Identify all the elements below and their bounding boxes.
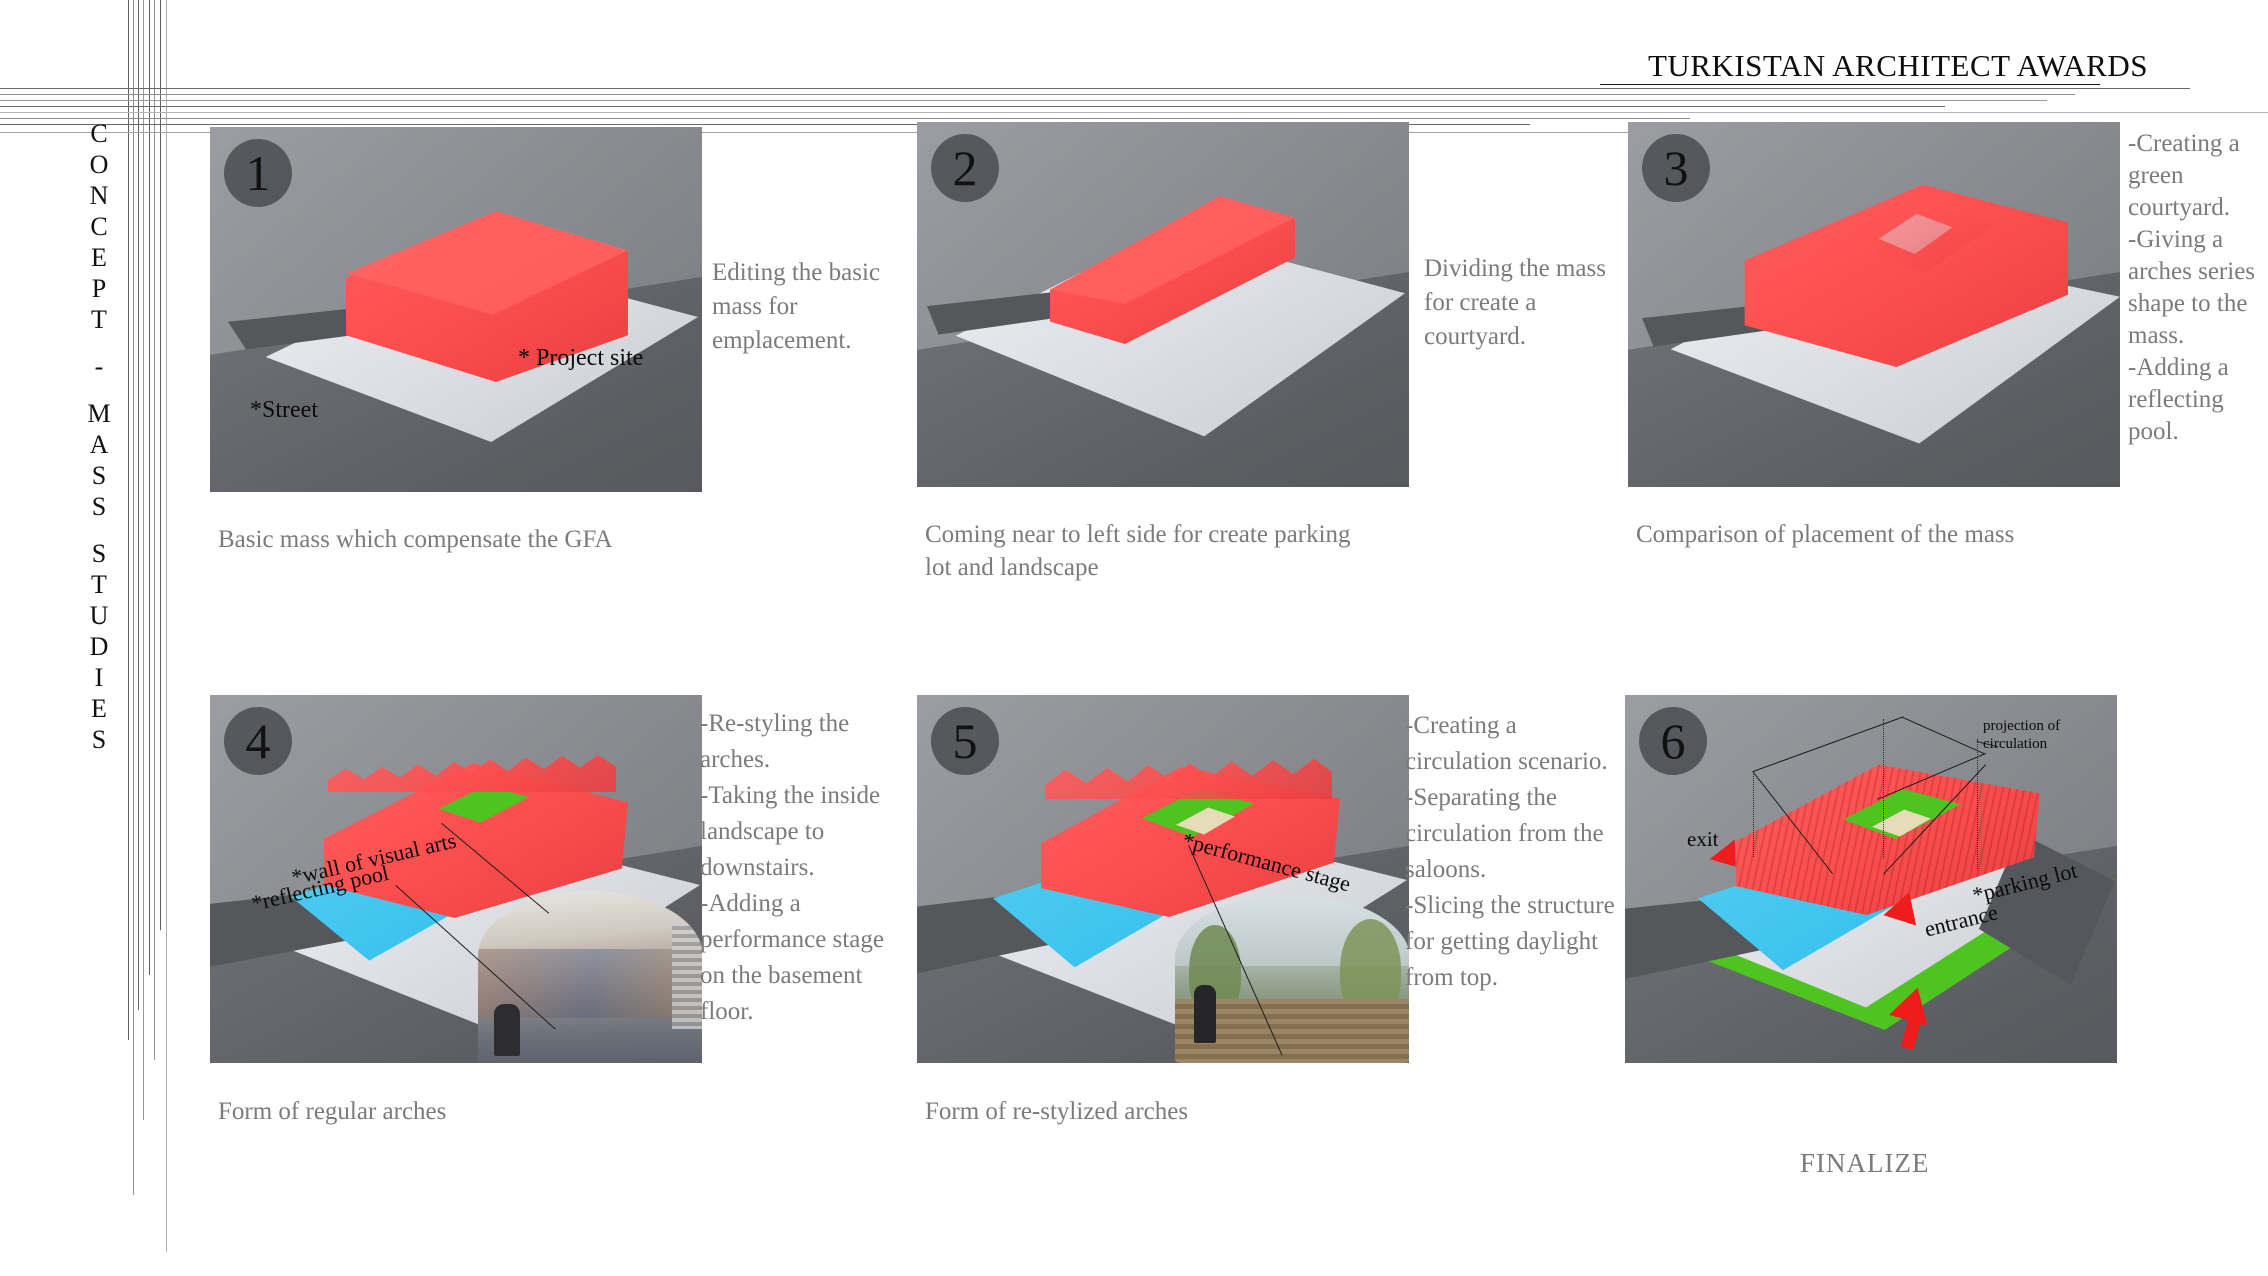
panel-5-note: -Creating a circulation scenario. -Separ…	[1405, 712, 1615, 991]
pin-street: *Street	[250, 397, 318, 423]
side-caption-letter: S	[91, 492, 107, 521]
vline	[143, 0, 144, 1120]
vline	[149, 0, 150, 975]
panel-number-badge: 4	[224, 707, 292, 775]
panel-4-caption: Form of regular arches	[218, 1098, 447, 1125]
finalize-label: FINALIZE	[1800, 1148, 1930, 1178]
panel-1[interactable]: 1 * Project site *Street	[210, 127, 702, 492]
panel-number-badge: 6	[1639, 707, 1707, 775]
side-caption-letter: C	[90, 212, 108, 241]
side-caption-letter: D	[89, 632, 109, 661]
side-caption-letter: E	[91, 243, 107, 272]
page-title: TURKISTAN ARCHITECT AWARDS	[1647, 48, 2148, 83]
reference-photo-inset	[478, 891, 702, 1063]
vline	[160, 0, 161, 930]
hline	[0, 118, 1690, 119]
side-caption-letter: S	[91, 725, 107, 754]
projection-dash	[1977, 739, 1978, 869]
side-caption-letter: U	[89, 601, 109, 630]
vline	[128, 0, 129, 1040]
side-caption-letter: N	[89, 181, 109, 210]
panel-4[interactable]: 4 *wall of visual arts *reflecting pool	[210, 695, 702, 1063]
hline	[0, 106, 1945, 107]
pin-project-site: * Project site	[518, 345, 644, 371]
pin-projection-of-circulation: projection of circulation	[1983, 718, 2061, 752]
panel-number-badge: 2	[931, 134, 999, 202]
side-caption-letter: T	[91, 570, 107, 599]
panel-3[interactable]: 3	[1628, 122, 2120, 487]
side-caption-letter: O	[89, 150, 109, 179]
projection-dash	[1753, 771, 1754, 857]
title-underline	[1600, 84, 2100, 85]
side-caption-letter: A	[89, 430, 109, 459]
vline	[166, 0, 167, 1252]
panel-number-badge: 5	[931, 707, 999, 775]
panel-5[interactable]: 5 *performance stage	[917, 695, 1409, 1063]
panel-2-note: Dividing the mass for create a courtyard…	[1424, 255, 1606, 350]
hline	[0, 94, 2075, 95]
side-caption-letter: -	[94, 352, 104, 381]
side-caption-letter: C	[90, 119, 108, 148]
projection-dash	[1883, 719, 1884, 859]
panel-1-note: Editing the basic mass for emplacement.	[712, 259, 881, 354]
reference-photo-inset	[1175, 895, 1409, 1063]
panel-6[interactable]: 6 projection of circulation exit *parkin…	[1625, 695, 2117, 1063]
side-caption-gap	[82, 382, 116, 398]
side-caption: C O N C E P T - M A S S S T U D I E S	[82, 118, 116, 755]
side-caption-letter: S	[91, 539, 107, 568]
side-caption-gap	[82, 335, 116, 351]
side-caption-letter: M	[87, 399, 111, 428]
panel-4-note: -Re-styling the arches. -Taking the insi…	[700, 710, 884, 1025]
hline	[0, 88, 2190, 89]
panel-5-caption: Form of re-stylized arches	[925, 1098, 1189, 1125]
pin-exit: exit	[1687, 827, 1719, 851]
panel-3-caption: Comparison of placement of the mass	[1636, 521, 2015, 548]
panel-3-note: -Creating a green courtyard. -Giving a a…	[2128, 130, 2256, 445]
hline	[0, 112, 2268, 113]
side-caption-letter: S	[91, 461, 107, 490]
vline	[133, 0, 134, 1195]
side-caption-gap	[82, 522, 116, 538]
side-caption-letter: P	[91, 274, 107, 303]
vline	[154, 0, 155, 1060]
panel-number-badge: 3	[1642, 134, 1710, 202]
vline	[138, 0, 139, 1010]
side-caption-letter: E	[91, 694, 107, 723]
panel-2[interactable]: 2	[917, 122, 1409, 487]
panel-2-caption: Coming near to left side for create park…	[925, 521, 1351, 581]
panel-number-badge: 1	[224, 139, 292, 207]
hline	[0, 100, 2047, 101]
panel-1-caption: Basic mass which compensate the GFA	[218, 526, 613, 553]
side-caption-letter: T	[91, 305, 107, 334]
side-caption-letter: I	[94, 663, 104, 692]
